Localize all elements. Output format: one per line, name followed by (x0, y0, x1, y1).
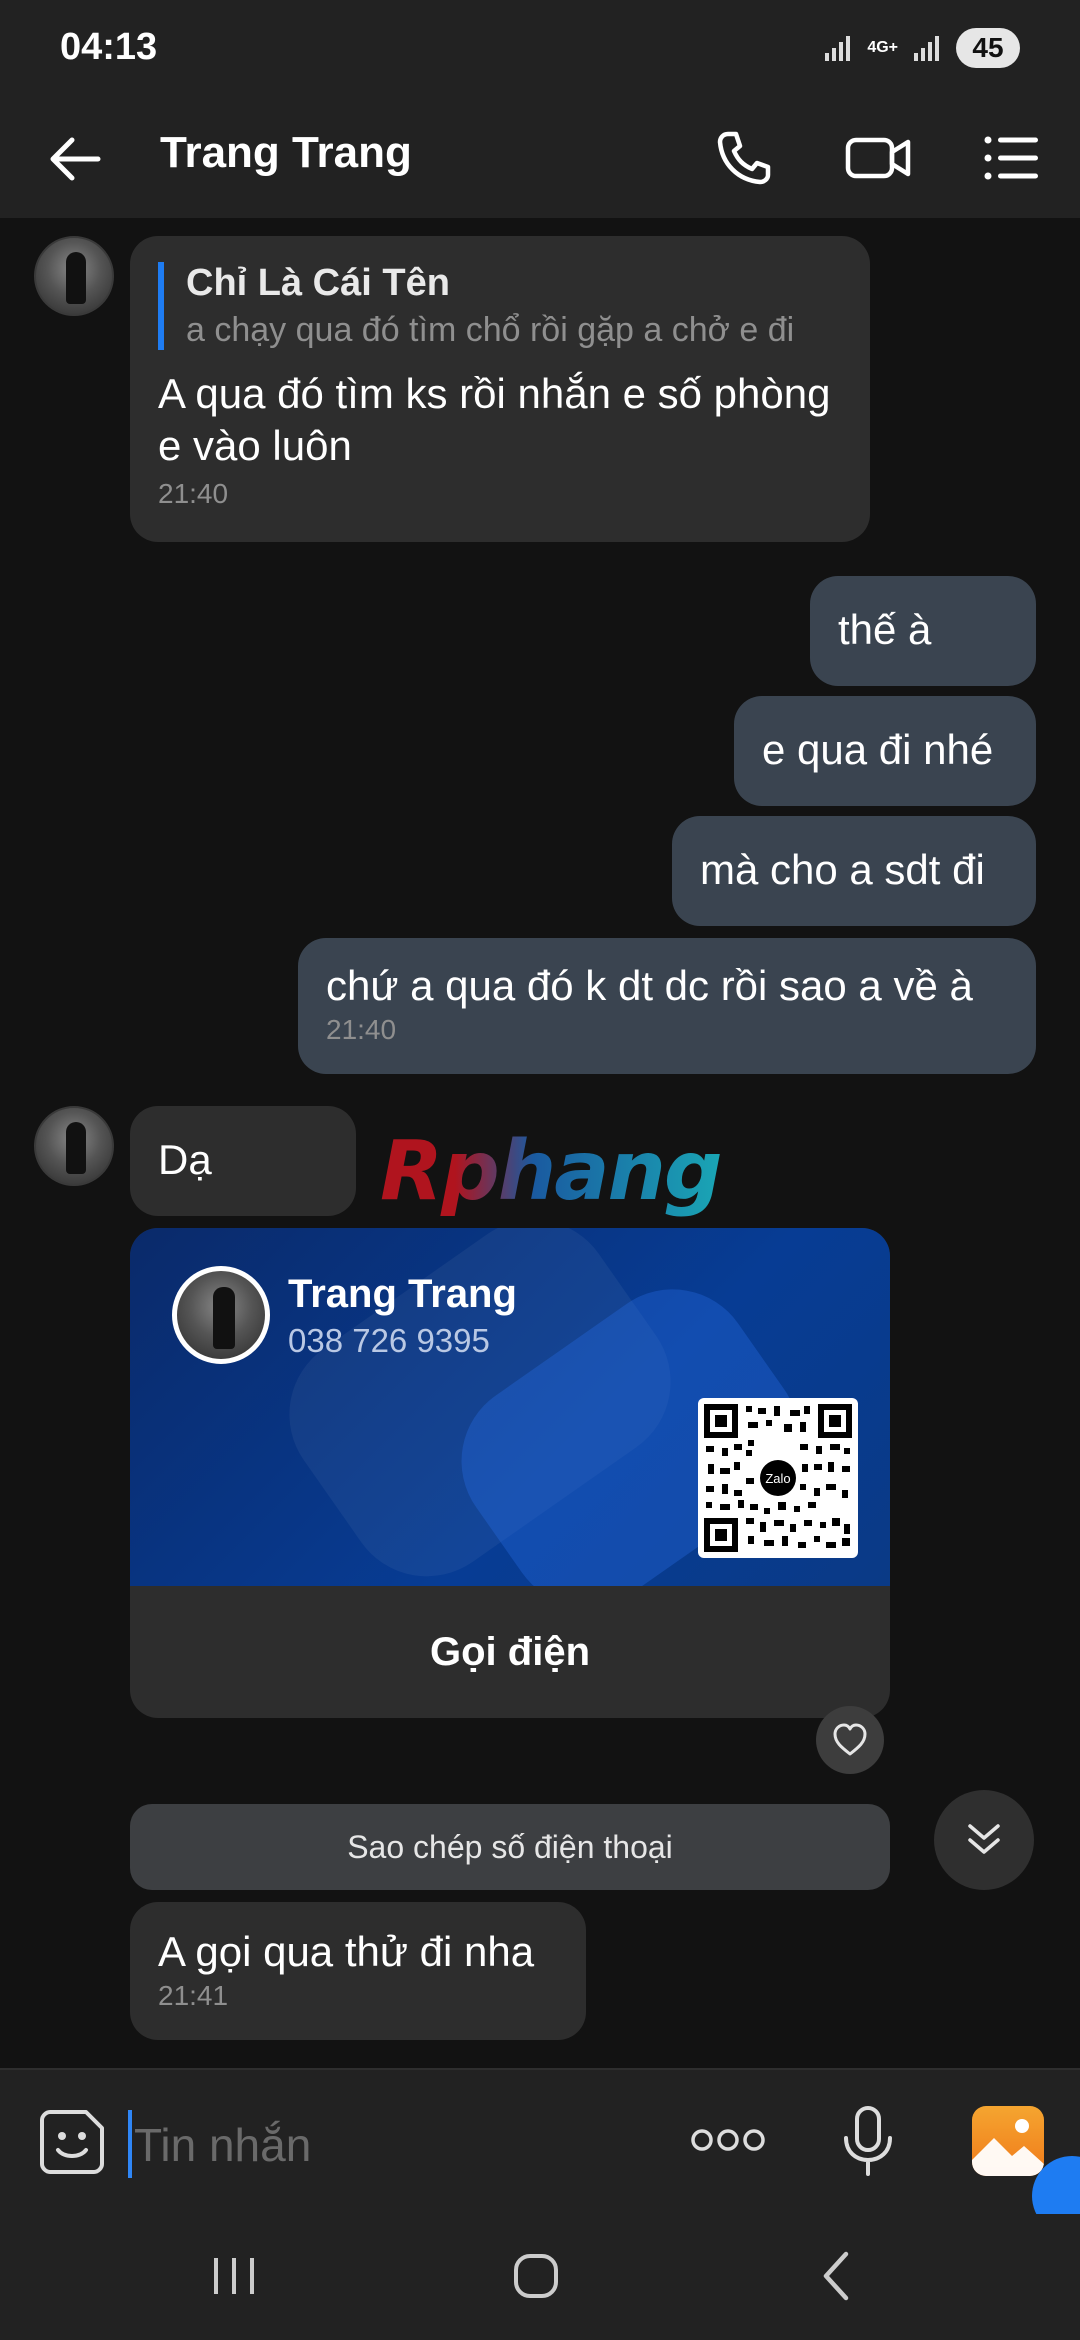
chat-header: Trang Trang (0, 96, 1080, 218)
back-nav-icon[interactable] (808, 2246, 868, 2306)
copy-phone-button[interactable]: Sao chép số điện thoại (130, 1804, 890, 1890)
message-text: A gọi qua thử đi nha (158, 1928, 535, 1975)
contact-card[interactable]: Trang Trang 038 726 9395 Zalo Gọi điện (130, 1228, 890, 1718)
chat-title[interactable]: Trang Trang (160, 128, 412, 178)
sticker-smile-icon[interactable] (36, 2106, 108, 2178)
message-time: 21:41 (158, 1980, 229, 2011)
status-indicators: 4G+ 45 (823, 28, 1020, 68)
signal-icon (825, 36, 851, 61)
message-bubble-outgoing[interactable]: chứ a qua đó k dt dc rồi sao a về à 21:4… (298, 938, 1036, 1074)
image-gallery-icon[interactable] (972, 2106, 1044, 2176)
quote-author: Chỉ Là Cái Tên (186, 262, 450, 304)
status-time: 04:13 (60, 26, 158, 68)
message-bubble-outgoing[interactable]: thế à (810, 576, 1036, 686)
qr-logo-text: Zalo (765, 1471, 790, 1486)
contact-avatar[interactable] (34, 1106, 114, 1186)
qr-code[interactable]: Zalo (698, 1398, 858, 1558)
message-bubble-incoming[interactable]: Dạ (130, 1106, 356, 1216)
call-button[interactable]: Gọi điện (130, 1586, 890, 1718)
signal-icon-2 (914, 36, 939, 61)
watermark-logo: Rphang (380, 1124, 723, 1219)
message-bubble-outgoing[interactable]: mà cho a sdt đi (672, 816, 1036, 926)
battery-indicator: 45 (956, 28, 1020, 68)
double-chevron-down-icon (968, 1824, 1000, 1854)
message-bubble-incoming[interactable]: Chỉ Là Cái Tên a chạy qua đó tìm chổ rồi… (130, 236, 870, 542)
network-type: 4G+ (867, 39, 898, 56)
list-menu-icon[interactable] (976, 122, 1048, 194)
video-camera-icon[interactable] (842, 122, 914, 194)
message-input[interactable] (128, 2110, 648, 2180)
qr-code-icon: Zalo (704, 1404, 852, 1552)
more-dots-icon[interactable] (688, 2120, 768, 2160)
status-bar: 04:13 4G+ 45 (0, 0, 1080, 96)
recent-apps-icon[interactable] (204, 2246, 264, 2306)
phone-icon[interactable] (708, 122, 780, 194)
message-text: A qua đó tìm ks rồi nhắn e số phòng e và… (158, 370, 831, 469)
chat-screen: 04:13 4G+ 45 Trang Trang Chỉ Là Cái Tên … (0, 0, 1080, 2340)
message-bubble-outgoing[interactable]: e qua đi nhé (734, 696, 1036, 806)
system-nav-bar (0, 2214, 1080, 2340)
message-time: 21:40 (158, 478, 229, 509)
message-list[interactable]: Chỉ Là Cái Tên a chạy qua đó tìm chổ rồi… (0, 218, 1080, 2068)
message-text: mà cho a sdt đi (700, 846, 985, 893)
image-gallery-glyph (972, 2119, 1044, 2176)
reply-quote[interactable]: Chỉ Là Cái Tên a chạy qua đó tìm chổ rồi… (158, 262, 842, 350)
scroll-to-bottom-button[interactable] (934, 1790, 1034, 1890)
card-contact-name: Trang Trang (288, 1272, 517, 1316)
message-time: 21:40 (326, 1014, 397, 1045)
text-cursor (128, 2110, 132, 2178)
message-text: Dạ (158, 1136, 212, 1183)
contact-card-header[interactable]: Trang Trang 038 726 9395 Zalo (130, 1228, 890, 1586)
quote-text: a chạy qua đó tìm chổ rồi gặp a chở e đi (186, 311, 795, 349)
message-text: e qua đi nhé (762, 726, 994, 773)
react-button[interactable] (816, 1706, 884, 1774)
microphone-icon[interactable] (838, 2104, 898, 2180)
heart-icon (833, 1723, 867, 1756)
card-avatar (172, 1266, 270, 1364)
arrow-left-icon[interactable] (40, 124, 110, 194)
home-icon[interactable] (506, 2246, 566, 2306)
contact-avatar[interactable] (34, 236, 114, 316)
message-text: chứ a qua đó k dt dc rồi sao a về à (326, 962, 973, 1009)
message-text: thế à (838, 606, 932, 653)
composer-bar (0, 2068, 1080, 2214)
card-phone-number: 038 726 9395 (288, 1322, 490, 1359)
message-bubble-incoming[interactable]: A gọi qua thử đi nha 21:41 (130, 1902, 586, 2040)
